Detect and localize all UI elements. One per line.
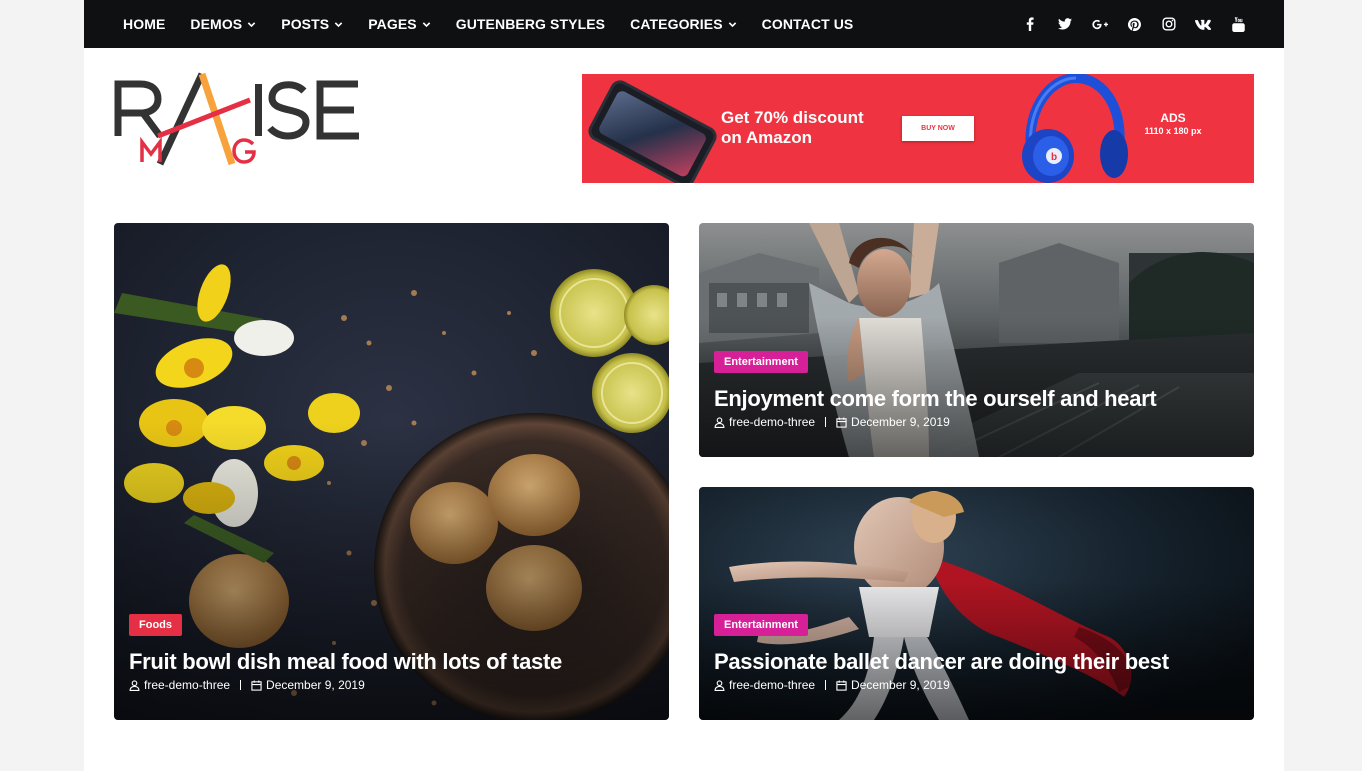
category-badge[interactable]: Foods xyxy=(129,614,182,636)
post-meta: free-demo-three December 9, 2019 xyxy=(129,678,654,692)
post-info: Entertainment Passionate ballet dancer a… xyxy=(714,614,1239,692)
ad-headline: Get 70% discount on Amazon xyxy=(721,108,864,148)
nav-item-pages[interactable]: PAGES xyxy=(368,16,430,32)
meta-separator xyxy=(825,417,827,427)
ad-headline-line: on Amazon xyxy=(721,128,812,147)
ad-size-dims: 1110 x 180 px xyxy=(1144,126,1202,136)
user-icon xyxy=(714,679,725,691)
user-icon xyxy=(129,679,140,691)
post-date[interactable]: December 9, 2019 xyxy=(266,678,365,692)
ad-size-title: ADS xyxy=(1160,111,1186,125)
nav-item-contact-us[interactable]: CONTACT US xyxy=(762,16,854,32)
post-author[interactable]: free-demo-three xyxy=(729,678,815,692)
youtube-icon[interactable] xyxy=(1230,16,1246,32)
nav-item-home[interactable]: HOME xyxy=(123,16,165,32)
meta-separator xyxy=(825,680,827,690)
google-plus-icon[interactable] xyxy=(1091,16,1108,32)
nav-item-categories[interactable]: CATEGORIES xyxy=(630,16,737,32)
post-date[interactable]: December 9, 2019 xyxy=(851,678,950,692)
featured-post-card[interactable]: Entertainment Passionate ballet dancer a… xyxy=(699,487,1254,720)
post-title[interactable]: Fruit bowl dish meal food with lots of t… xyxy=(129,649,654,675)
user-icon xyxy=(714,416,725,428)
nav-item-label: PAGES xyxy=(368,16,417,32)
chevron-down-icon xyxy=(422,20,431,29)
chevron-down-icon xyxy=(334,20,343,29)
post-author[interactable]: free-demo-three xyxy=(729,415,815,429)
nav-item-posts[interactable]: POSTS xyxy=(281,16,343,32)
calendar-icon xyxy=(836,416,847,428)
post-meta: free-demo-three December 9, 2019 xyxy=(714,678,1239,692)
calendar-icon xyxy=(836,679,847,691)
instagram-icon[interactable] xyxy=(1161,16,1177,32)
phone-image xyxy=(584,76,721,183)
twitter-icon[interactable] xyxy=(1057,16,1073,32)
ad-headline-line: Get 70% discount xyxy=(721,108,864,127)
post-author[interactable]: free-demo-three xyxy=(144,678,230,692)
ad-banner[interactable]: Get 70% discount on Amazon BUY NOW b ADS… xyxy=(582,74,1254,183)
post-info: Entertainment Enjoyment come form the ou… xyxy=(714,351,1239,429)
post-meta: free-demo-three December 9, 2019 xyxy=(714,415,1239,429)
headphones-image: b xyxy=(1022,74,1128,183)
pinterest-icon[interactable] xyxy=(1126,16,1142,32)
meta-separator xyxy=(240,680,242,690)
nav-item-demos[interactable]: DEMOS xyxy=(190,16,256,32)
nav-item-label: POSTS xyxy=(281,16,330,32)
post-title[interactable]: Enjoyment come form the ourself and hear… xyxy=(714,386,1239,412)
featured-post-card[interactable]: Entertainment Enjoyment come form the ou… xyxy=(699,223,1254,457)
main-menu: HOME DEMOS POSTS PAGES GUTENBERG STYLES … xyxy=(123,0,878,48)
facebook-icon[interactable] xyxy=(1022,16,1038,32)
svg-text:b: b xyxy=(1051,152,1057,163)
post-info: Foods Fruit bowl dish meal food with lot… xyxy=(129,614,654,692)
page-container: HOME DEMOS POSTS PAGES GUTENBERG STYLES … xyxy=(84,0,1284,771)
nav-item-label: CONTACT US xyxy=(761,16,854,32)
buy-now-button[interactable]: BUY NOW xyxy=(902,116,974,141)
post-title[interactable]: Passionate ballet dancer are doing their… xyxy=(714,649,1239,675)
calendar-icon xyxy=(251,679,262,691)
category-badge[interactable]: Entertainment xyxy=(714,351,808,373)
nav-item-label: CATEGORIES xyxy=(630,16,723,32)
post-date[interactable]: December 9, 2019 xyxy=(851,415,950,429)
nav-item-label: DEMOS xyxy=(190,16,243,32)
vk-icon[interactable] xyxy=(1195,16,1212,32)
nav-item-gutenberg-styles[interactable]: GUTENBERG STYLES xyxy=(456,16,605,32)
chevron-down-icon xyxy=(728,20,737,29)
nav-item-label: GUTENBERG STYLES xyxy=(455,16,606,32)
site-logo[interactable] xyxy=(114,72,364,168)
ad-size-label: ADS 1110 x 180 px xyxy=(1138,111,1208,137)
category-badge[interactable]: Entertainment xyxy=(714,614,808,636)
featured-post-card[interactable]: Foods Fruit bowl dish meal food with lot… xyxy=(114,223,669,720)
nav-item-label: HOME xyxy=(123,16,166,32)
raise-mag-logo xyxy=(114,72,359,166)
social-links xyxy=(1004,0,1246,48)
top-navigation-bar: HOME DEMOS POSTS PAGES GUTENBERG STYLES … xyxy=(84,0,1284,48)
chevron-down-icon xyxy=(247,20,256,29)
